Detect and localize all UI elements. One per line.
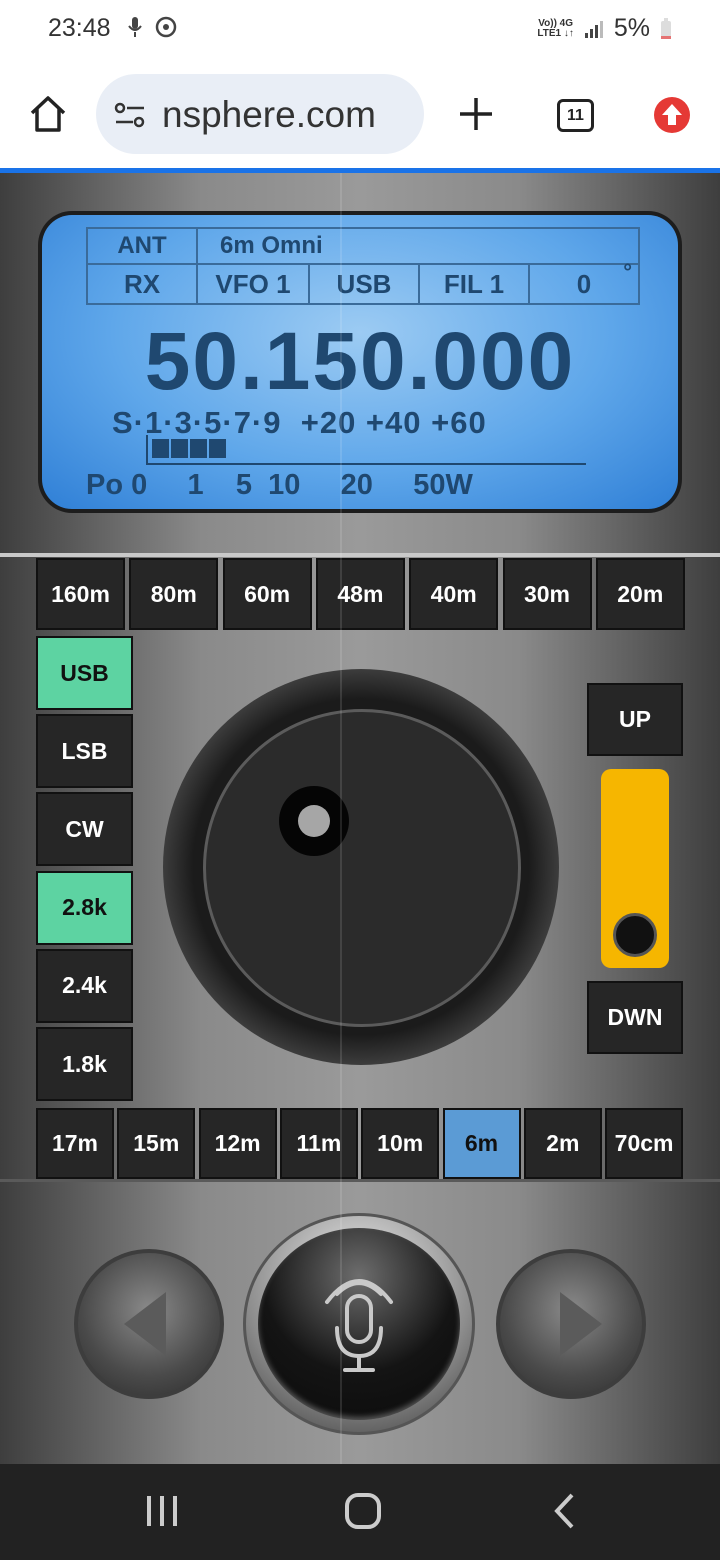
band-button[interactable]: 60m [222,558,312,630]
tune-slider[interactable] [601,769,669,968]
battery-icon [661,17,671,39]
band-button[interactable]: 160m [36,558,125,630]
triangle-right-icon [560,1292,602,1356]
network-top: Vo)) 4G [538,17,574,29]
value-text: 0 [576,268,592,299]
mode-button[interactable]: USB [36,636,133,710]
filter-cell: FIL 1 [418,263,530,305]
left-button[interactable] [74,1249,224,1399]
value-cell: 0 ° [528,259,640,305]
slider-handle[interactable] [613,913,657,957]
s-meter-segment [152,439,169,458]
microphone-icon [325,1279,393,1372]
lcd-display: ANT 6m Omni RX VFO 1 USB FIL 1 0 ° 50.15… [42,215,678,509]
band-button[interactable]: 11m [279,1108,358,1179]
recents-icon[interactable] [146,1494,178,1533]
back-icon[interactable] [552,1492,578,1535]
right-button[interactable] [496,1249,646,1399]
frequency-display: 50.150.000 [144,316,576,407]
plus-icon[interactable] [458,96,494,137]
mode-button[interactable]: LSB [36,714,133,789]
home-nav-icon[interactable] [344,1492,382,1535]
home-icon[interactable] [28,94,68,139]
sync-status-icon [155,16,177,44]
band-button[interactable]: 48m [315,558,405,630]
tuning-knob[interactable] [203,709,521,1027]
ant-value: 6m Omni [196,227,640,265]
mode-button[interactable]: 2.8k [36,870,133,945]
s-meter-bar [146,435,586,465]
degree-mark: ° [623,259,632,284]
network-bottom: LTE1 ↓↑ [537,27,574,39]
status-right: Vo)) 4G LTE1 ↓↑ 5% [537,14,672,43]
radio-app: ANT 6m Omni RX VFO 1 USB FIL 1 0 ° 50.15… [0,173,720,1464]
divider [0,1179,720,1182]
band-button[interactable]: 70cm [605,1108,684,1179]
band-button[interactable]: 12m [198,1108,277,1179]
status-bar: 23:48 Vo)) 4G LTE1 ↓↑ 5% [0,0,720,62]
mode-button[interactable]: 2.4k [36,948,133,1023]
mode-button[interactable]: CW [36,792,133,867]
band-button[interactable]: 40m [409,558,499,630]
band-button[interactable]: 6m [442,1108,521,1179]
tune-up-button[interactable]: UP [587,683,683,756]
s-meter-segment [171,439,188,458]
vfo-cell: VFO 1 [196,263,310,305]
band-button[interactable]: 20m [595,558,685,630]
mic-button-face [258,1228,460,1420]
url-bar[interactable]: nsphere.com [96,74,424,154]
battery-percent: 5% [613,14,650,42]
mode-button[interactable]: 1.8k [36,1027,133,1101]
mode-cell: USB [308,263,420,305]
tuning-knob-ring [163,669,559,1065]
tab-switcher-button[interactable]: 11 [557,99,594,132]
s-meter-segment [209,439,226,458]
band-button[interactable]: 15m [117,1108,196,1179]
update-arrow-icon[interactable] [654,97,690,133]
network-indicator: Vo)) 4G LTE1 ↓↑ [537,17,574,39]
band-button[interactable]: 10m [361,1108,440,1179]
divider [0,553,720,557]
ptt-mic-button[interactable] [243,1213,475,1435]
po-scale: Po 0 1 5 10 20 50W [86,469,473,501]
band-button[interactable]: 17m [36,1108,114,1179]
signal-icon [584,20,603,38]
url-text: nsphere.com [162,94,376,135]
band-button[interactable]: 30m [502,558,592,630]
status-time: 23:48 [48,14,111,42]
triangle-left-icon [124,1292,166,1356]
band-button[interactable]: 80m [129,558,219,630]
lcd-frame: ANT 6m Omni RX VFO 1 USB FIL 1 0 ° 50.15… [38,211,682,513]
tune-down-button[interactable]: DWN [587,981,683,1054]
knob-dimple [279,786,349,856]
band-button[interactable]: 2m [523,1108,602,1179]
s-meter-segment [190,439,207,458]
browser-toolbar: nsphere.com 11 [0,62,720,170]
system-nav-bar [0,1464,720,1560]
mic-status-icon [126,16,144,44]
ant-label: ANT [86,227,198,265]
rx-cell: RX [86,263,198,305]
site-settings-icon[interactable] [114,101,146,134]
